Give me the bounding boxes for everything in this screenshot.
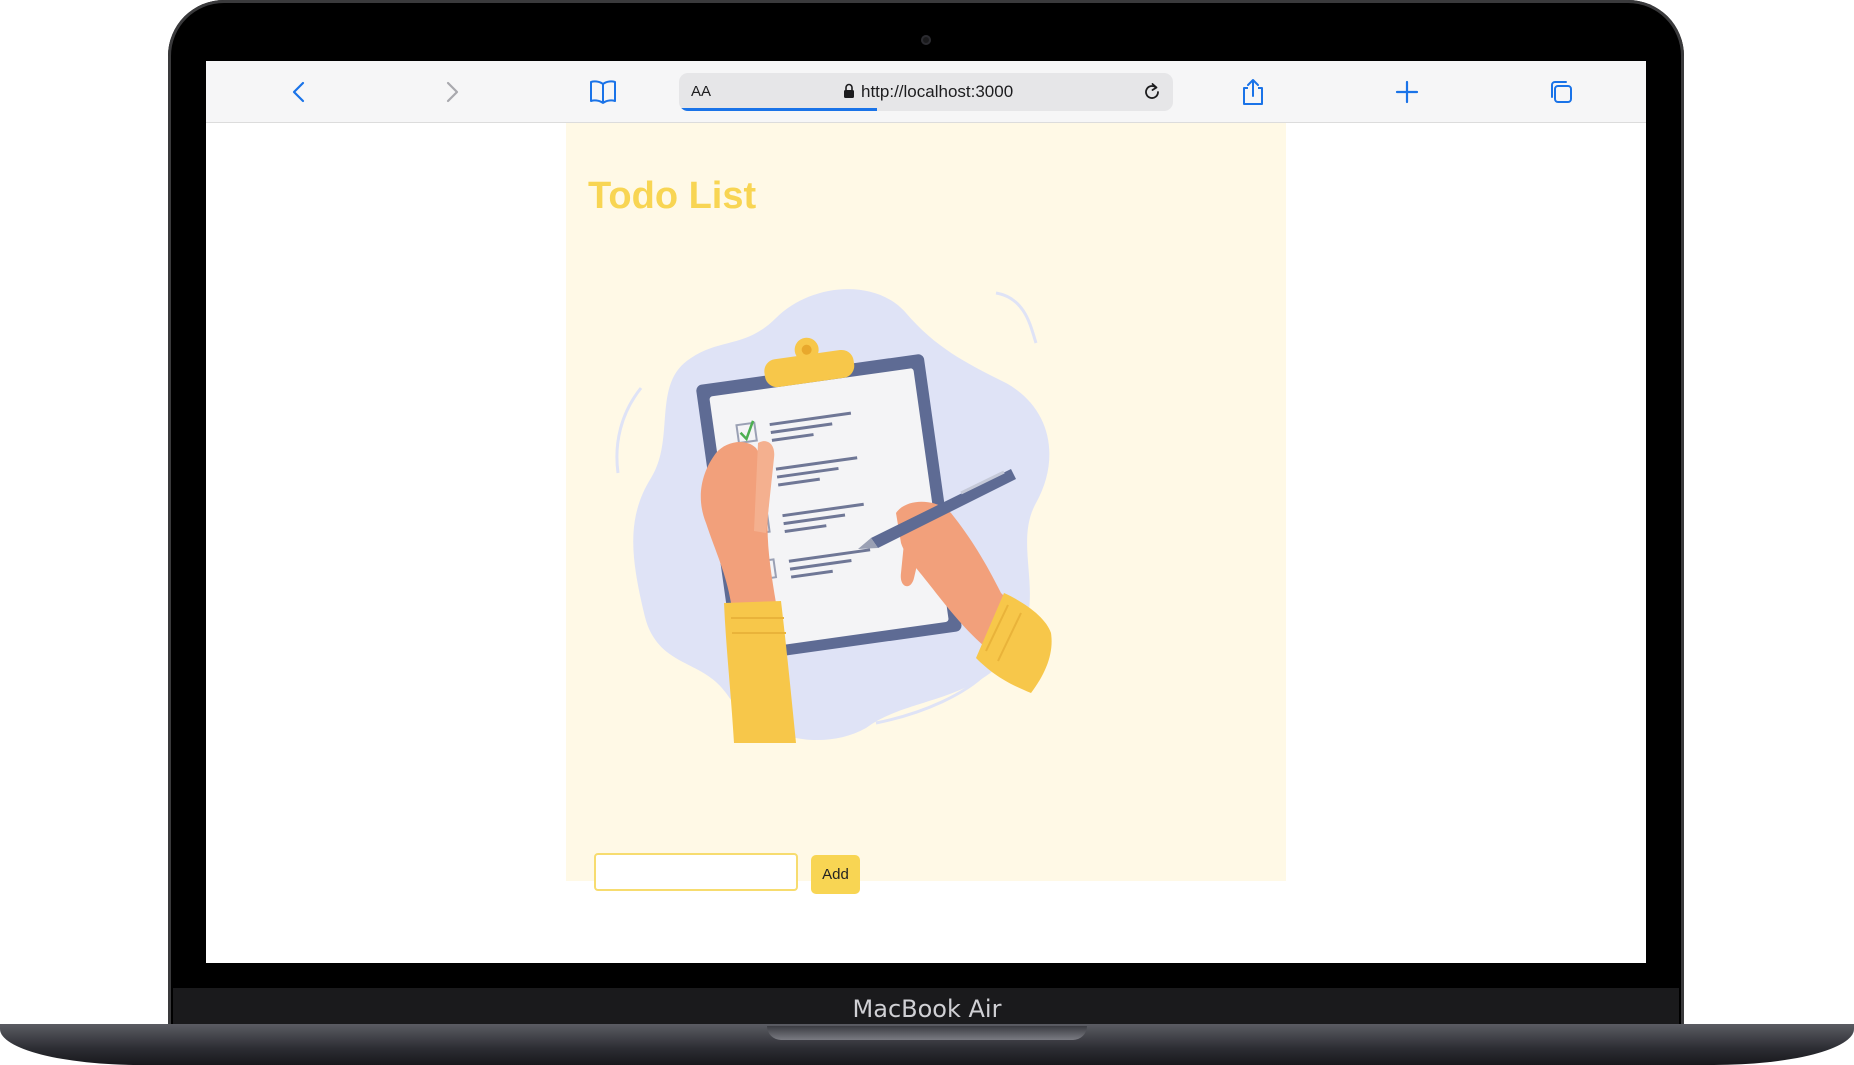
clipboard-illustration xyxy=(615,289,1052,743)
url-text: http://localhost:3000 xyxy=(861,82,1014,101)
chevron-right-icon xyxy=(446,81,459,103)
bookmarks-button[interactable] xyxy=(586,75,620,109)
share-icon xyxy=(1243,79,1263,105)
plus-icon xyxy=(1395,80,1419,104)
tabs-icon xyxy=(1551,81,1572,103)
share-button[interactable] xyxy=(1236,75,1270,109)
page-title: Todo List xyxy=(588,175,757,217)
address-bar[interactable]: AA http://localhost:3000 xyxy=(679,73,1173,111)
forward-button[interactable] xyxy=(435,75,469,109)
back-button[interactable] xyxy=(282,75,316,109)
laptop-notch xyxy=(767,1026,1087,1040)
device-brand-label: MacBook Air xyxy=(852,995,1002,1023)
tabs-button[interactable] xyxy=(1544,75,1578,109)
text-size-button[interactable]: AA xyxy=(691,83,711,100)
lock-icon xyxy=(844,83,854,98)
chevron-left-icon xyxy=(292,81,305,103)
browser-screen: AA http://localhost:3000 Todo List Add xyxy=(206,61,1646,963)
page-load-progress xyxy=(679,108,877,111)
add-button[interactable]: Add xyxy=(811,855,860,894)
browser-toolbar: AA http://localhost:3000 xyxy=(206,61,1646,123)
book-icon xyxy=(590,80,616,104)
reload-icon[interactable] xyxy=(1141,81,1163,103)
new-tab-button[interactable] xyxy=(1390,75,1424,109)
todo-app: Todo List Add xyxy=(566,123,1286,894)
todo-input[interactable] xyxy=(594,853,798,891)
camera-icon xyxy=(921,35,931,45)
